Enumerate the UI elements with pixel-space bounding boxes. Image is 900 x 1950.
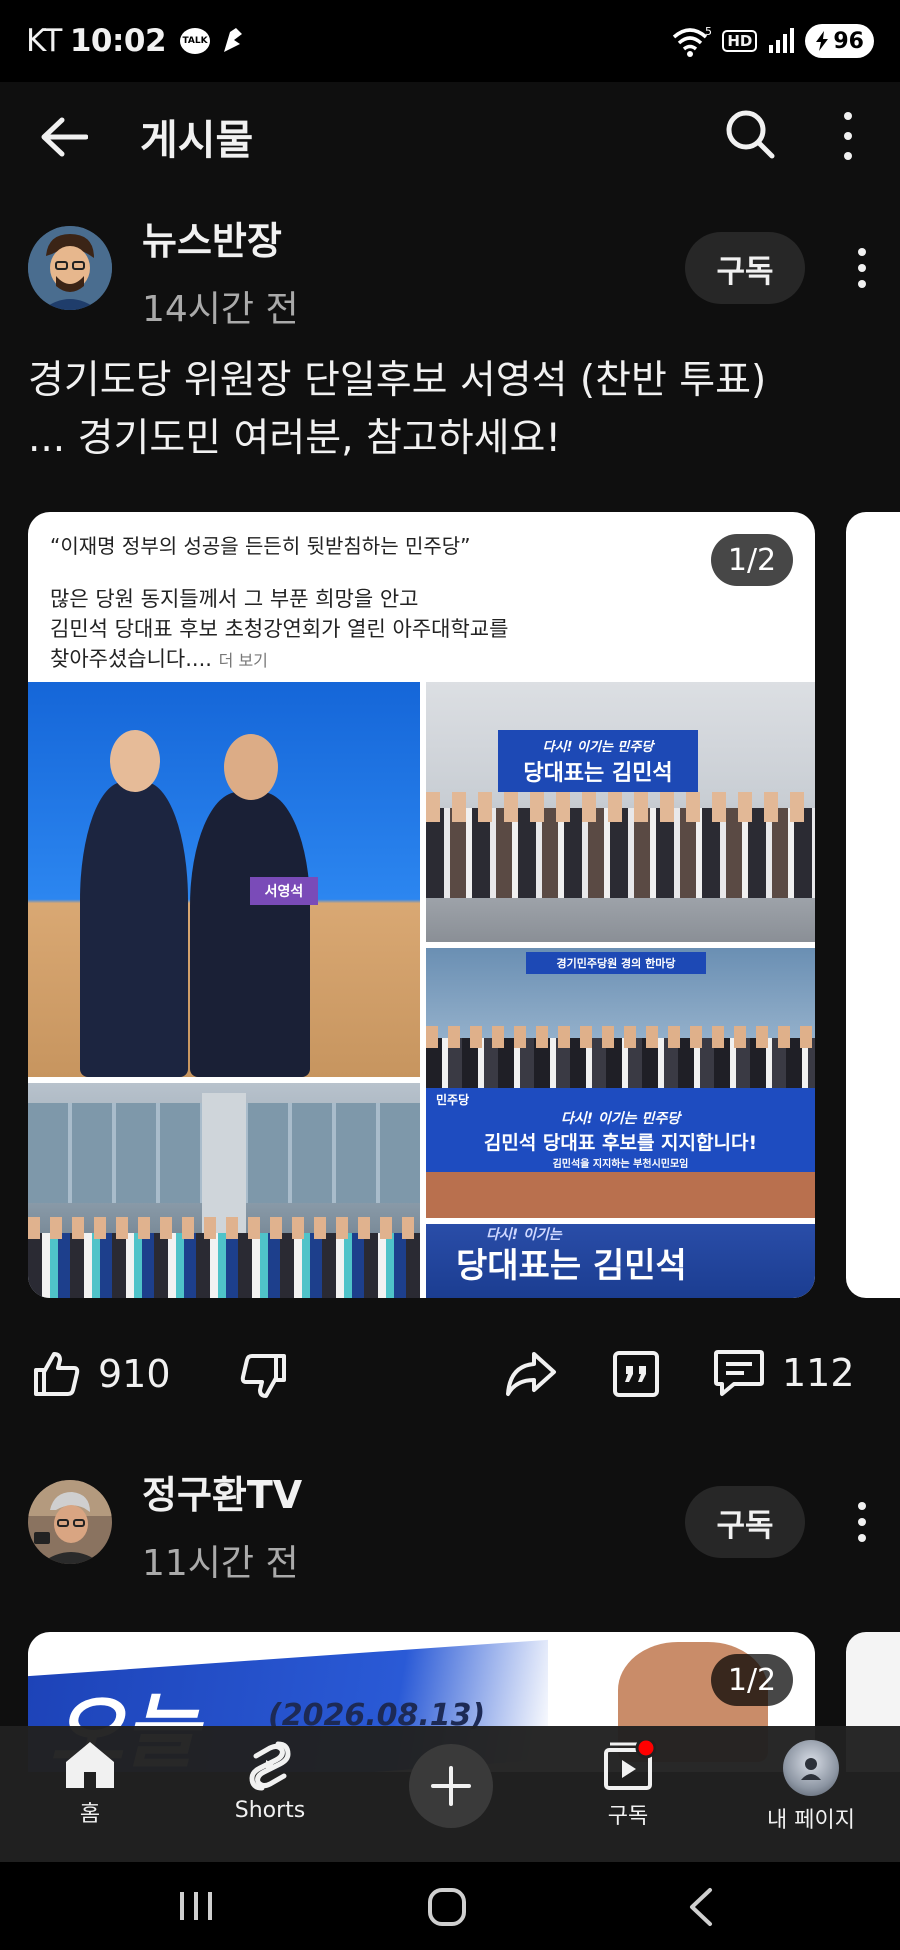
subscribe-button[interactable]: 구독: [685, 1486, 805, 1558]
charging-icon: [816, 31, 829, 51]
post-image-card[interactable]: “이재명 정부의 성공을 든든히 뒷받침하는 민주당” 많은 당원 동지들께서 …: [28, 512, 815, 1298]
thumbs-down-icon: [240, 1354, 286, 1398]
card-quote: “이재명 정부의 성공을 든든히 뒷받침하는 민주당”: [50, 534, 471, 558]
nav-shorts[interactable]: Shorts: [228, 1740, 312, 1823]
home-button-icon[interactable]: [426, 1886, 468, 1928]
channel-name[interactable]: 뉴스반장: [142, 210, 282, 265]
channel-avatar[interactable]: [28, 226, 112, 310]
status-bar: KT 10:02 TALK 5 HD 96: [0, 0, 900, 82]
status-carrier-time: KT 10:02: [26, 23, 167, 59]
person-head: [110, 730, 160, 792]
share-icon: [506, 1352, 556, 1396]
post-more-options-icon[interactable]: [850, 248, 874, 288]
campaign-banner: 민주당 다시! 이기는 민주당 김민석 당대표 후보를 지지합니다! 김민석을 …: [426, 1088, 815, 1172]
person-head: [224, 734, 278, 800]
app-header: 게시물: [0, 82, 900, 192]
back-arrow-icon[interactable]: [40, 116, 88, 158]
next-post-peek[interactable]: [846, 512, 900, 1298]
carrier-label: KT: [26, 23, 62, 59]
comments-button[interactable]: 112: [712, 1348, 855, 1398]
nav-label: 내 페이지: [767, 1808, 855, 1833]
subscribe-button[interactable]: 구독: [685, 232, 805, 304]
plus-icon: [431, 1766, 471, 1806]
clock: 10:02: [69, 23, 167, 59]
quote-button[interactable]: [612, 1350, 660, 1398]
photo-group-banner: 다시! 이기는 민주당 당대표는 김민석: [426, 682, 815, 942]
post-action-row: 910 112: [0, 1340, 900, 1410]
post-time: 14시간 전: [142, 289, 299, 330]
like-count: 910: [98, 1352, 171, 1396]
banner-text: 다시! 이기는 민주당: [542, 739, 654, 755]
post-text-line: ... 경기도민 여러분, 참고하세요!: [28, 416, 561, 461]
banner-text: 민주당: [436, 1092, 470, 1107]
post-more-options-icon[interactable]: [850, 1502, 874, 1542]
channel-avatar[interactable]: [28, 1480, 112, 1564]
notification-app-icon: [224, 28, 243, 52]
more-options-icon[interactable]: [836, 112, 860, 160]
wifi-band-label: 5: [705, 25, 712, 38]
comment-icon: [714, 1350, 764, 1396]
page-title: 게시물: [140, 116, 254, 164]
bottom-navigation: 홈 Shorts 구독 내 페이지: [0, 1726, 900, 1862]
banner-text: 김민석을 지지하는 부천시민모임: [552, 1158, 689, 1170]
subscriptions-icon: [604, 1740, 656, 1790]
crowd: [28, 1233, 420, 1298]
image-counter: 1/2: [711, 1654, 793, 1706]
signal-icon: [769, 28, 795, 53]
kakaotalk-icon: TALK: [180, 28, 211, 54]
nav-label: 홈: [79, 1802, 101, 1827]
crowd-heads: [426, 792, 815, 822]
comment-count: 112: [782, 1351, 855, 1395]
nav-subscriptions[interactable]: 구독: [596, 1740, 660, 1830]
image-counter: 1/2: [711, 534, 793, 586]
banner-text: 경기민주당원 경의 한마당: [526, 952, 706, 974]
like-button[interactable]: 910: [30, 1348, 171, 1400]
person-figure: [80, 782, 188, 1077]
ground: [426, 1172, 815, 1218]
battery-indicator: 96: [805, 24, 874, 58]
dislike-button[interactable]: [238, 1350, 290, 1402]
photo-group-entrance: [28, 1083, 420, 1298]
person-figure: [190, 792, 310, 1077]
card-body-line: 많은 당원 동지들께서 그 부푼 희망을 안고: [50, 587, 419, 611]
wifi-icon: 5: [673, 25, 712, 57]
home-icon: [66, 1742, 114, 1788]
banner-text: 당대표는 김민석: [456, 1246, 687, 1286]
nav-label: 구독: [607, 1804, 649, 1829]
search-icon[interactable]: [724, 108, 776, 160]
crowd-heads: [28, 1217, 420, 1239]
notification-dot: [635, 1740, 656, 1759]
nav-label: Shorts: [234, 1798, 306, 1823]
banner-text: 다시! 이기는 민주당: [560, 1110, 681, 1127]
see-more-link[interactable]: 더 보기: [219, 651, 268, 670]
photo-two-men: 서영석: [28, 682, 420, 1077]
channel-name[interactable]: 정구환TV: [142, 1464, 302, 1519]
system-navigation-bar: [0, 1862, 900, 1950]
card-body-line: 김민석 당대표 후보 초청강연회가 열린 아주대학교를: [50, 617, 509, 641]
banner-text: 김민석 당대표 후보를 지지합니다!: [483, 1131, 758, 1154]
card-body-line: 찾아주셨습니다....: [50, 647, 212, 671]
profile-avatar: [783, 1740, 839, 1796]
nav-home[interactable]: 홈: [58, 1740, 122, 1828]
create-button[interactable]: [409, 1744, 493, 1828]
shorts-icon: [249, 1741, 291, 1791]
share-button[interactable]: [504, 1350, 558, 1398]
post-text-line: 경기도당 위원장 단일후보 서영석 (찬반 투표): [28, 358, 767, 403]
crowd-heads: [426, 1026, 815, 1048]
post-time: 11시간 전: [142, 1543, 299, 1584]
battery-level: 96: [833, 28, 864, 54]
recent-apps-icon[interactable]: [176, 1888, 216, 1924]
campaign-banner: 다시! 이기는 민주당 당대표는 김민석: [498, 730, 698, 792]
photo-banner-closeup: 다시! 이기는 당대표는 김민석: [426, 1224, 815, 1298]
banner-text: 당대표는 김민석: [523, 760, 673, 786]
hd-voice-icon: HD: [722, 30, 758, 52]
post-text: 경기도당 위원장 단일후보 서영석 (찬반 투표) ... 경기도민 여러분, …: [28, 352, 878, 468]
nav-my-page[interactable]: 내 페이지: [756, 1740, 866, 1834]
name-badge: 서영석: [250, 877, 318, 905]
back-button-icon[interactable]: [686, 1886, 716, 1928]
card-body: 많은 당원 동지들께서 그 부푼 희망을 안고 김민석 당대표 후보 초청강연회…: [50, 584, 670, 676]
thumbs-up-icon: [34, 1352, 80, 1396]
quote-icon: [613, 1351, 659, 1397]
photo-group-building: 경기민주당원 경의 한마당 민주당 다시! 이기는 민주당 김민석 당대표 후보…: [426, 948, 815, 1218]
